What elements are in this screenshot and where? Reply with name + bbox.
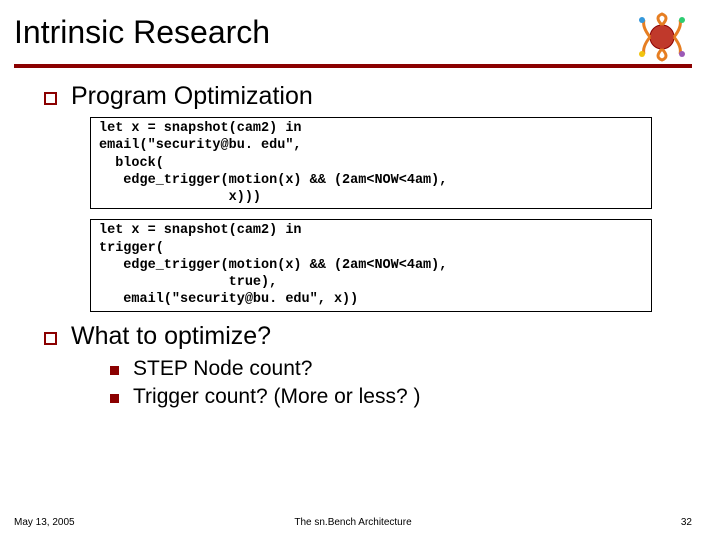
slide-header: Intrinsic Research	[14, 14, 692, 62]
footer-title: The sn.Bench Architecture	[14, 517, 692, 528]
institution-logo	[632, 12, 692, 62]
square-filled-bullet-icon	[110, 394, 119, 403]
sub-bullet-label: STEP Node count?	[133, 357, 312, 381]
code-block-1: let x = snapshot(cam2) in email("securit…	[90, 117, 652, 209]
footer-date: May 13, 2005	[14, 517, 75, 528]
sub-bullet-trigger-count: Trigger count? (More or less? )	[110, 385, 682, 409]
sub-bullet-list: STEP Node count? Trigger count? (More or…	[110, 357, 682, 409]
bullet-label: What to optimize?	[71, 322, 271, 351]
sub-bullet-label: Trigger count? (More or less? )	[133, 385, 421, 409]
slide-body: Program Optimization let x = snapshot(ca…	[14, 68, 692, 409]
sub-bullet-step-node: STEP Node count?	[110, 357, 682, 381]
square-filled-bullet-icon	[110, 366, 119, 375]
bullet-what-to-optimize: What to optimize?	[44, 322, 682, 351]
slide-title: Intrinsic Research	[14, 14, 270, 55]
square-open-bullet-icon	[44, 92, 57, 105]
footer-page-number: 32	[681, 517, 692, 528]
square-open-bullet-icon	[44, 332, 57, 345]
bullet-program-optimization: Program Optimization	[44, 82, 682, 111]
bullet-label: Program Optimization	[71, 82, 313, 111]
code-block-2: let x = snapshot(cam2) in trigger( edge_…	[90, 219, 652, 311]
slide-footer: May 13, 2005 The sn.Bench Architecture 3…	[14, 517, 692, 528]
